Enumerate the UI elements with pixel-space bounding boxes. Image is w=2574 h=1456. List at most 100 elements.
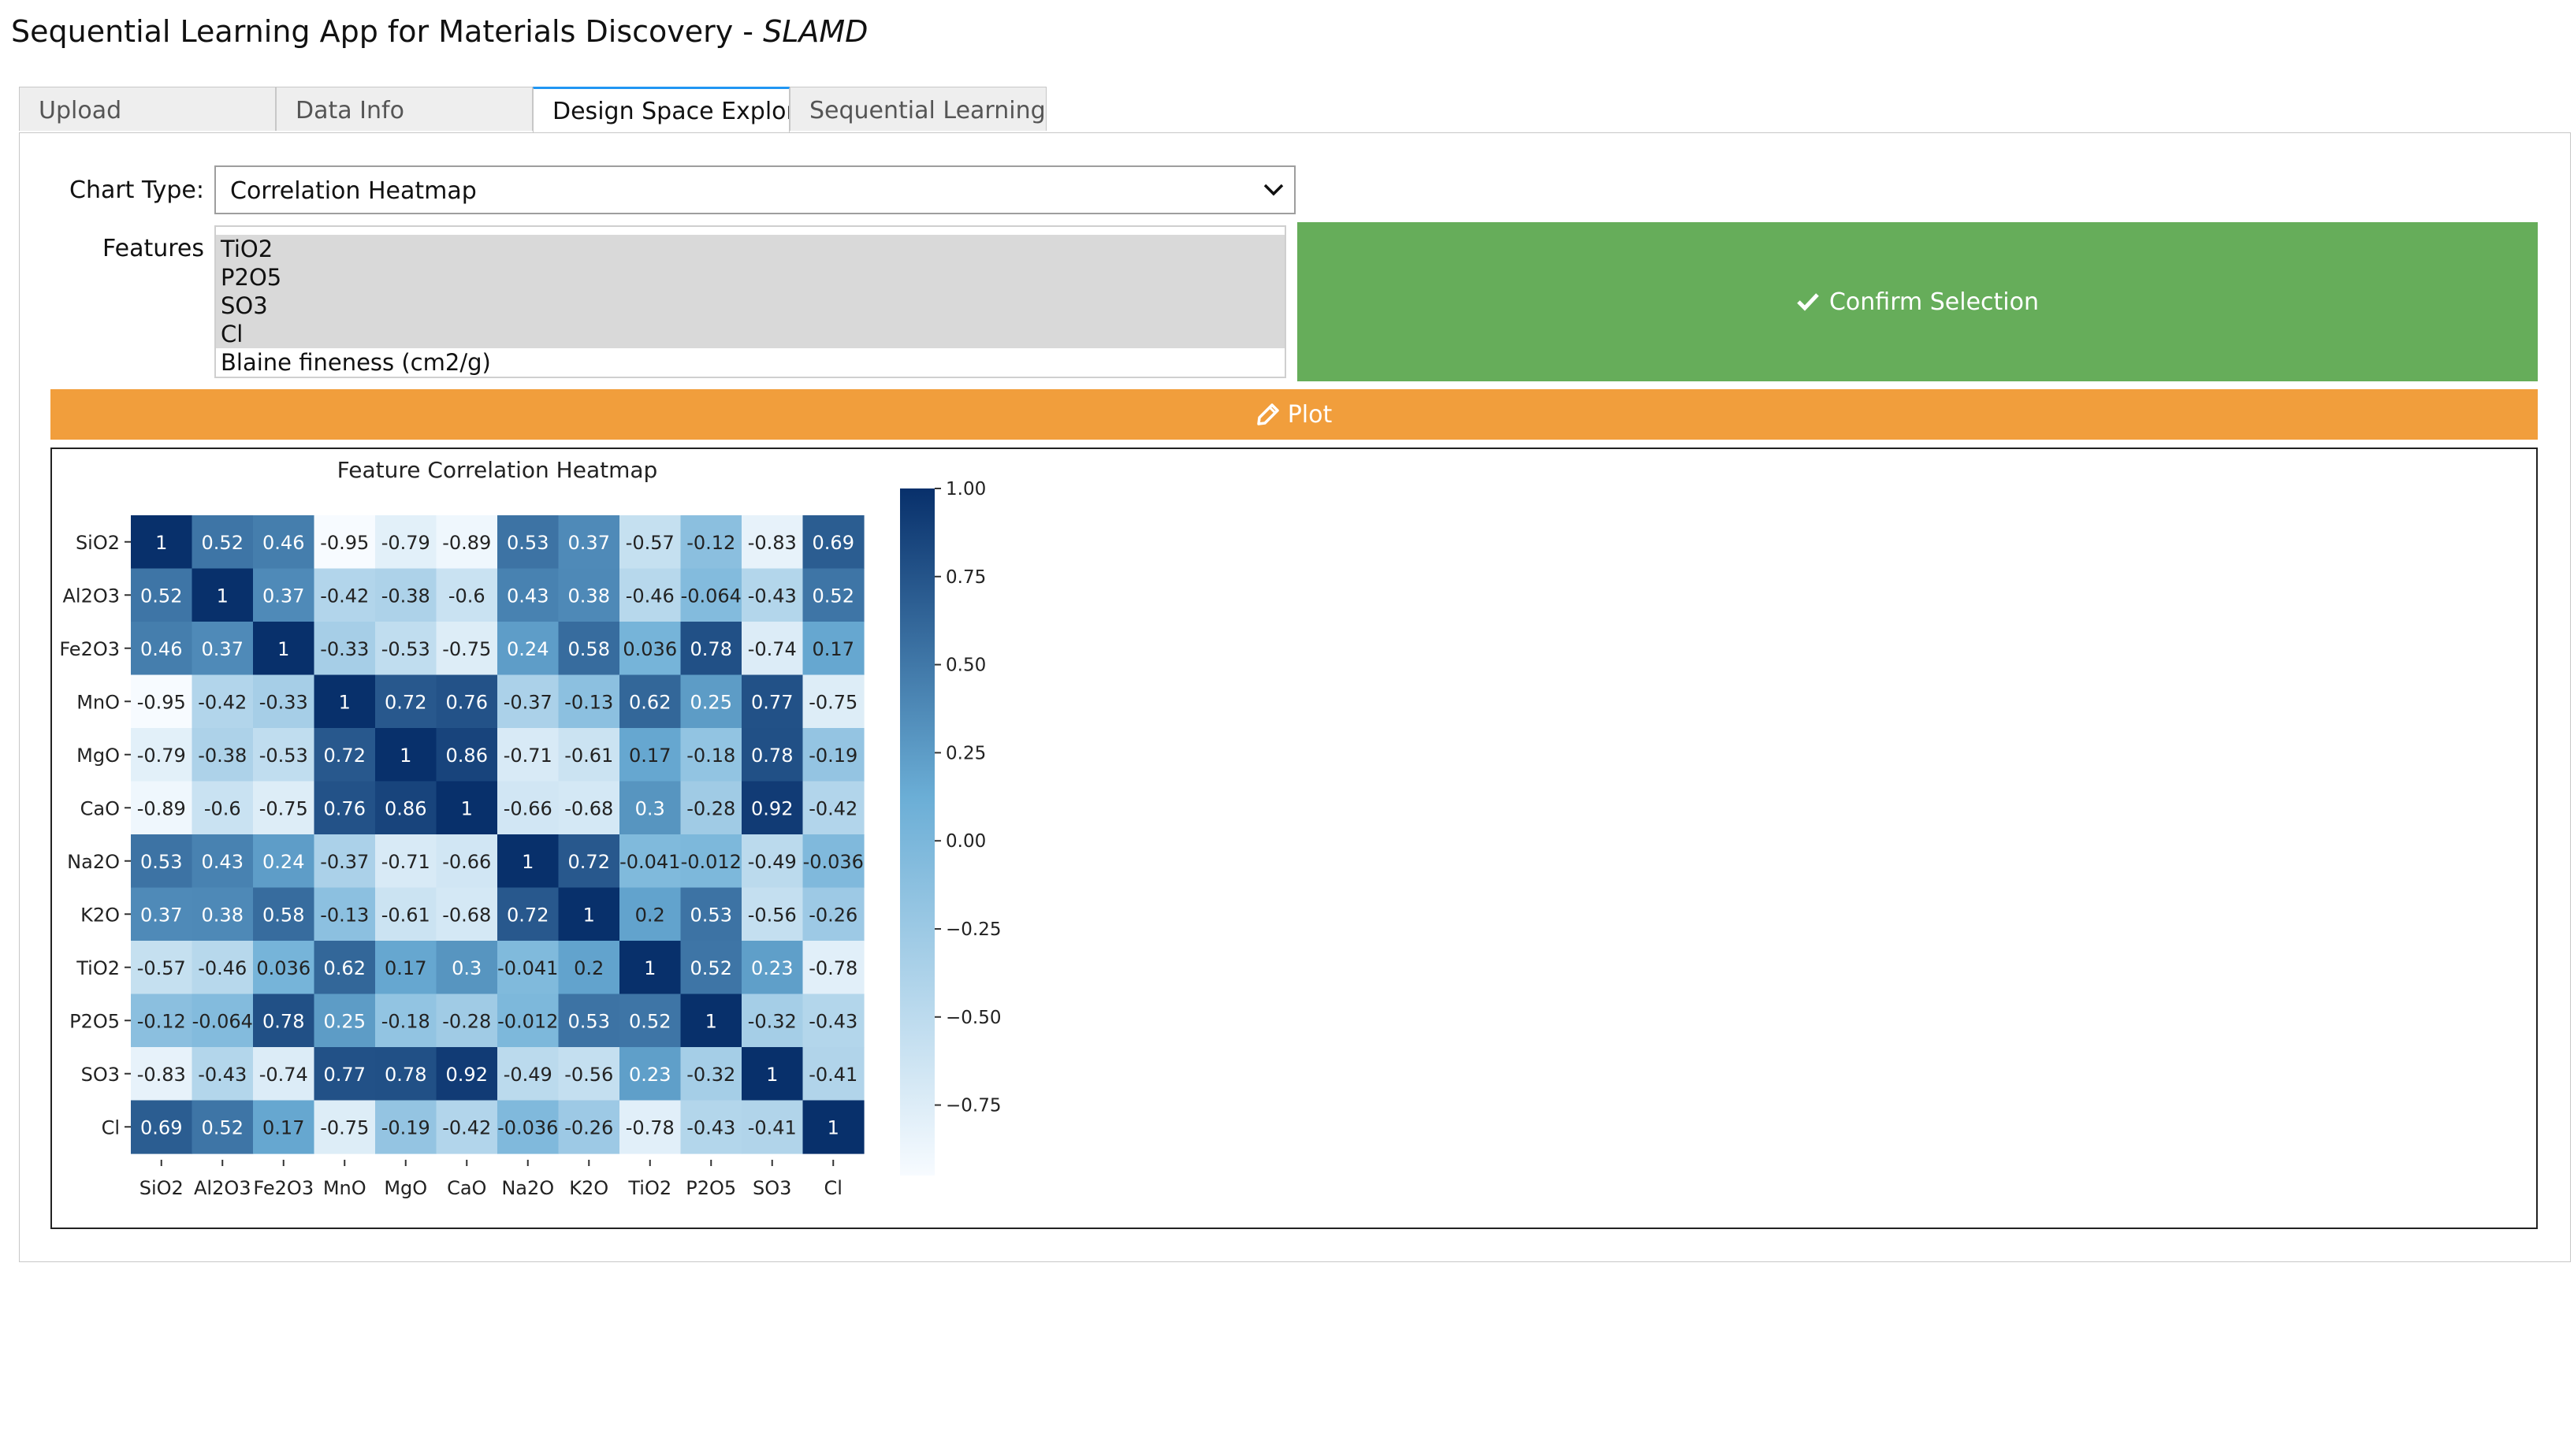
heatmap-value-cl-cao: -0.42 — [442, 1116, 491, 1138]
heatmap-value-sio2-cl: 0.69 — [813, 532, 854, 554]
y-tick-label-k2o: K2O — [80, 904, 120, 926]
heatmap-value-so3-mno: 0.77 — [324, 1064, 366, 1086]
heatmap-value-fe2o3-k2o: 0.58 — [568, 638, 610, 660]
confirm-selection-button[interactable]: Confirm Selection — [1297, 222, 2538, 381]
features-label: Features — [102, 235, 204, 262]
heatmap-value-so3-tio2: 0.23 — [629, 1064, 671, 1086]
y-tick-label-p2o5: P2O5 — [69, 1010, 120, 1032]
heatmap-value-p2o5-mno: 0.25 — [324, 1010, 366, 1032]
heatmap-value-cl-tio2: -0.78 — [626, 1116, 675, 1138]
heatmap-value-tio2-p2o5: 0.52 — [690, 957, 732, 979]
heatmap-value-tio2-cao: 0.3 — [452, 957, 482, 979]
colorbar-tick-label-6: −0.50 — [946, 1008, 1001, 1028]
heatmap-value-mno-cl: -0.75 — [809, 691, 857, 713]
tab-design-space-explorer[interactable]: Design Space Explor — [533, 87, 790, 134]
heatmap-value-na2o-cao: -0.66 — [442, 851, 491, 873]
chevron-down-icon — [1263, 184, 1284, 196]
check-icon — [1797, 293, 1819, 311]
heatmap-value-k2o-tio2: 0.2 — [635, 904, 665, 926]
heatmap-value-fe2o3-al2o3: 0.37 — [202, 638, 244, 660]
x-tick-label-mgo: MgO — [384, 1177, 427, 1199]
heatmap-value-mgo-cl: -0.19 — [809, 745, 857, 767]
heatmap-value-na2o-so3: -0.49 — [748, 851, 797, 873]
heatmap-value-tio2-cl: -0.78 — [809, 957, 857, 979]
heatmap-value-tio2-sio2: -0.57 — [137, 957, 186, 979]
heatmap-value-cao-cl: -0.42 — [809, 797, 857, 819]
heatmap-value-so3-so3: 1 — [766, 1064, 778, 1086]
tab-upload[interactable]: Upload — [19, 87, 276, 131]
heatmap-value-p2o5-p2o5: 1 — [705, 1010, 717, 1032]
chart-type-select[interactable]: Correlation Heatmap — [214, 165, 1296, 214]
heatmap-value-mgo-fe2o3: -0.53 — [259, 745, 308, 767]
heatmap-value-tio2-k2o: 0.2 — [574, 957, 604, 979]
heatmap-value-p2o5-mgo: -0.18 — [381, 1010, 430, 1032]
colorbar — [900, 488, 935, 1176]
heatmap-value-k2o-fe2o3: 0.58 — [262, 904, 304, 926]
heatmap-value-so3-fe2o3: -0.74 — [259, 1064, 308, 1086]
features-multiselect[interactable]: TiO2 P2O5 SO3 Cl Blaine fineness (cm2/g) — [214, 225, 1286, 378]
heatmap-value-fe2o3-p2o5: 0.78 — [690, 638, 732, 660]
feature-option-p2o5[interactable]: P2O5 — [216, 263, 1285, 292]
x-tick-label-mno: MnO — [323, 1177, 366, 1199]
heatmap-value-sio2-na2o: 0.53 — [507, 532, 549, 554]
feature-option-so3[interactable]: SO3 — [216, 292, 1285, 320]
heatmap-value-p2o5-sio2: -0.12 — [137, 1010, 186, 1032]
heatmap-value-so3-al2o3: -0.43 — [198, 1064, 247, 1086]
heatmap-value-k2o-p2o5: 0.53 — [690, 904, 732, 926]
heatmap-value-so3-sio2: -0.83 — [137, 1064, 186, 1086]
tab-sequential-learning[interactable]: Sequential Learning — [790, 87, 1047, 131]
x-tick-label-fe2o3: Fe2O3 — [253, 1177, 314, 1199]
feature-option-tio2[interactable]: TiO2 — [216, 235, 1285, 263]
heatmap-value-mno-sio2: -0.95 — [137, 691, 186, 713]
colorbar-tick-label-7: −0.75 — [946, 1096, 1001, 1116]
y-tick-label-fe2o3: Fe2O3 — [59, 638, 120, 660]
heatmap-value-tio2-tio2: 1 — [644, 957, 656, 979]
y-tick-label-so3: SO3 — [81, 1064, 120, 1086]
heatmap-value-fe2o3-mgo: -0.53 — [381, 638, 430, 660]
colorbar-tick-label-1: 0.75 — [946, 567, 986, 588]
heatmap-value-fe2o3-tio2: 0.036 — [623, 638, 677, 660]
heatmap-value-so3-cl: -0.41 — [809, 1064, 857, 1086]
heatmap-value-na2o-al2o3: 0.43 — [202, 851, 244, 873]
heatmap-value-so3-k2o: -0.56 — [564, 1064, 613, 1086]
heatmap-value-mgo-na2o: -0.71 — [504, 745, 552, 767]
heatmap-value-mno-na2o: -0.37 — [504, 691, 552, 713]
tab-data-info[interactable]: Data Info — [276, 87, 533, 131]
feature-option-cl[interactable]: Cl — [216, 320, 1285, 348]
heatmap-value-fe2o3-sio2: 0.46 — [140, 638, 182, 660]
heatmap-value-mno-al2o3: -0.42 — [198, 691, 247, 713]
heatmap-value-al2o3-so3: -0.43 — [748, 585, 797, 607]
heatmap-value-na2o-tio2: -0.041 — [619, 851, 680, 873]
x-tick-label-cao: CaO — [447, 1177, 486, 1199]
heatmap-value-mno-fe2o3: -0.33 — [259, 691, 308, 713]
heatmap-value-cl-so3: -0.41 — [748, 1116, 797, 1138]
heatmap-value-mgo-mgo: 1 — [400, 745, 411, 767]
heatmap-value-cao-al2o3: -0.6 — [204, 797, 241, 819]
heatmap-value-mno-cao: 0.76 — [446, 691, 488, 713]
heatmap-value-k2o-al2o3: 0.38 — [202, 904, 244, 926]
heatmap-value-mno-p2o5: 0.25 — [690, 691, 732, 713]
heatmap-value-so3-na2o: -0.49 — [504, 1064, 552, 1086]
app-title-abbr: SLAMD — [763, 14, 869, 49]
heatmap-value-mgo-tio2: 0.17 — [629, 745, 671, 767]
chart-type-label: Chart Type: — [69, 176, 204, 204]
heatmap-value-k2o-na2o: 0.72 — [507, 904, 549, 926]
heatmap-value-k2o-sio2: 0.37 — [140, 904, 182, 926]
heatmap-value-cao-mgo: 0.86 — [385, 797, 426, 819]
plot-button[interactable]: Plot — [50, 389, 2538, 440]
heatmap-value-cl-al2o3: 0.52 — [202, 1116, 244, 1138]
app-title-main: Sequential Learning App for Materials Di… — [11, 14, 764, 49]
heatmap-value-tio2-al2o3: -0.46 — [198, 957, 247, 979]
x-tick-label-p2o5: P2O5 — [686, 1177, 736, 1199]
feature-option-blaine-fineness[interactable]: Blaine fineness (cm2/g) — [216, 348, 1285, 377]
x-tick-label-na2o: Na2O — [501, 1177, 554, 1199]
heatmap-value-mgo-p2o5: -0.18 — [686, 745, 735, 767]
tab-bar: Upload Data Info Design Space Explor Seq… — [19, 87, 1047, 134]
x-tick-label-sio2: SiO2 — [139, 1177, 184, 1199]
heatmap-value-sio2-fe2o3: 0.46 — [262, 532, 304, 554]
heatmap-value-mgo-sio2: -0.79 — [137, 745, 186, 767]
heatmap-value-k2o-cl: -0.26 — [809, 904, 857, 926]
x-tick-label-cl: Cl — [824, 1177, 843, 1199]
heatmap-value-al2o3-mgo: -0.38 — [381, 585, 430, 607]
colorbar-tick-label-0: 1.00 — [946, 479, 986, 500]
